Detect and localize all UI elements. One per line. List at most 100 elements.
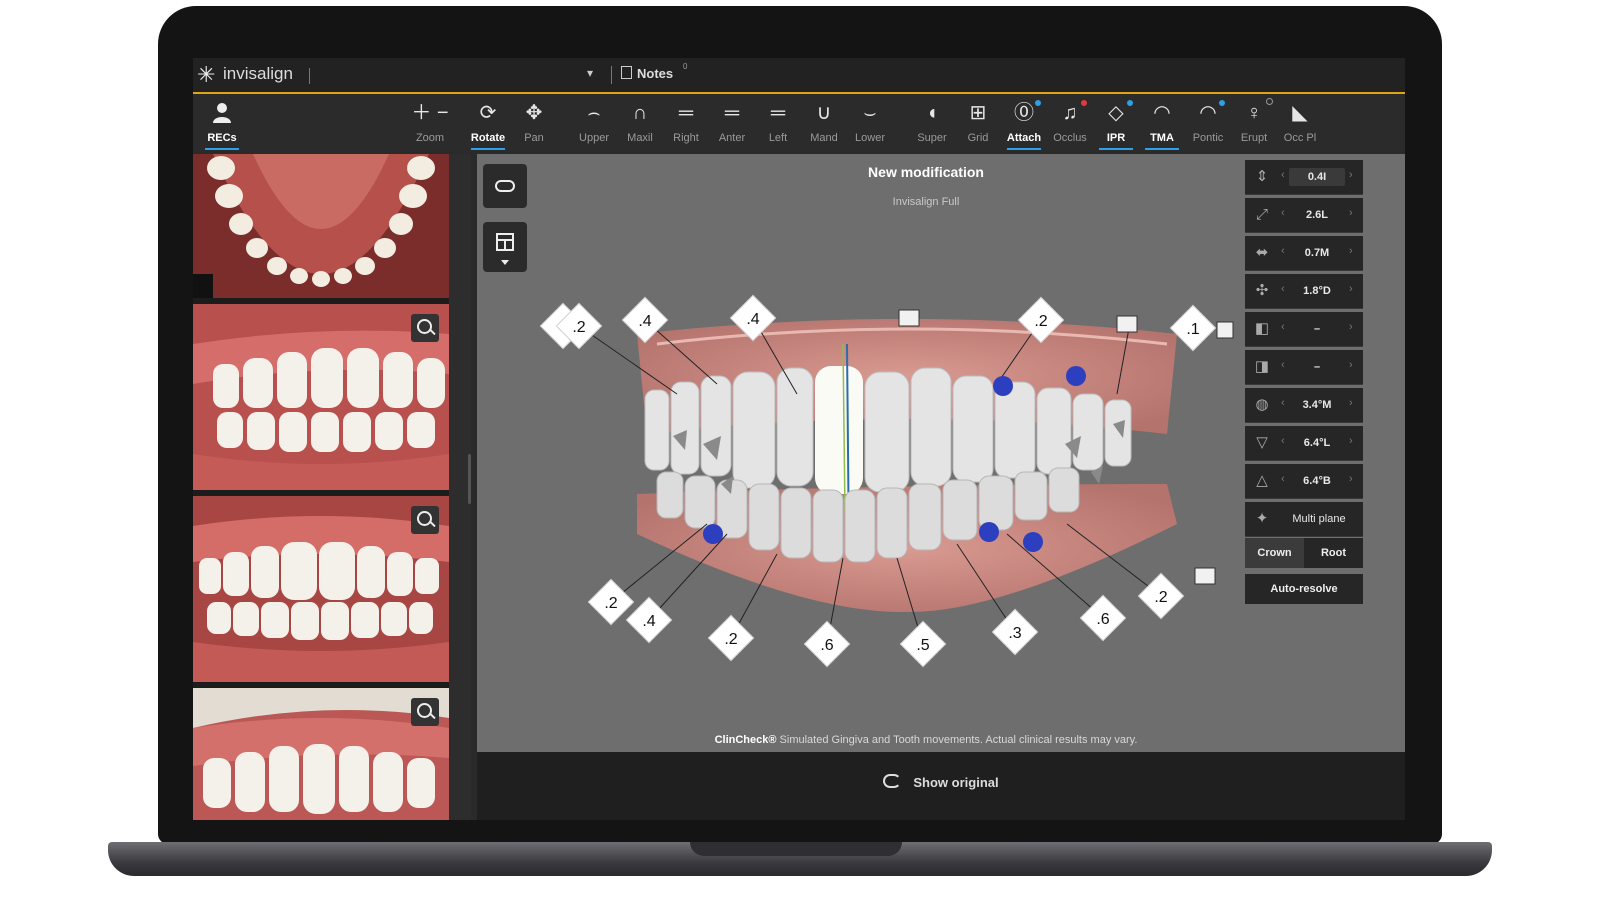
movement-value[interactable]: – (1289, 358, 1345, 376)
panel-resize-handle[interactable] (468, 454, 471, 504)
erupt-indicator (1266, 98, 1273, 105)
tool-left[interactable]: ═ Left (753, 94, 803, 150)
movement-row-root-bl[interactable]: ▽ ‹ 6.4°L › (1245, 426, 1363, 461)
multiplane-icon: ✦ (1255, 510, 1269, 527)
chevron-right-icon[interactable]: › (1349, 169, 1353, 181)
tool-occpl[interactable]: ◣ Occ Pl (1275, 94, 1325, 150)
ipr-value-upper[interactable]: .1 (1186, 321, 1199, 338)
tool-label: IPR (1106, 132, 1126, 144)
ipr-value-lower[interactable]: .6 (1096, 611, 1109, 628)
tool-occlus[interactable]: ♫ Occlus (1045, 94, 1095, 150)
tool-mand[interactable]: ∪ Mand (799, 94, 849, 150)
tool-pan[interactable]: ✥ Pan (509, 94, 559, 150)
ipr-value-lower[interactable]: .4 (642, 613, 655, 630)
chevron-left-icon[interactable]: ‹ (1281, 207, 1285, 219)
ipr-value-lower[interactable]: .2 (1154, 589, 1167, 606)
grid-icon: ⊞ (969, 102, 987, 124)
tool-tma[interactable]: ◠ TMA (1137, 94, 1187, 150)
chevron-left-icon[interactable]: ‹ (1281, 245, 1285, 257)
anterior-view-icon: ═ (724, 102, 740, 124)
chevron-left-icon[interactable]: ‹ (1281, 359, 1285, 371)
chevron-right-icon[interactable]: › (1349, 359, 1353, 371)
tool-grid[interactable]: ⊞ Grid (953, 94, 1003, 150)
ipr-value-lower[interactable]: .2 (604, 595, 617, 612)
ipr-value-lower[interactable]: .2 (724, 631, 737, 648)
movement-value[interactable]: 6.4°L (1289, 434, 1345, 452)
ipr-value-lower[interactable]: .6 (820, 637, 833, 654)
photo-anterior[interactable] (193, 496, 449, 682)
notes-button[interactable]: Notes (621, 66, 673, 81)
magnify-icon[interactable] (411, 506, 439, 534)
tool-ipr[interactable]: ◇ IPR (1091, 94, 1141, 150)
app-screen: ✳ invisalign ▾ Notes 0 RECs ＋ − Zoom ⟳ R… (193, 58, 1405, 820)
chevron-left-icon[interactable]: ‹ (1281, 473, 1285, 485)
movement-row-translation-bl[interactable]: ⤢ ‹ 2.6L › (1245, 198, 1363, 233)
ipr-value-lower[interactable]: .3 (1008, 625, 1021, 642)
tool-lower[interactable]: ⌣ Lower (845, 94, 895, 150)
chevron-left-icon[interactable]: ‹ (1281, 283, 1285, 295)
tool-erupt[interactable]: ♀ Erupt (1229, 94, 1279, 150)
tool-zoom[interactable]: ＋ − Zoom (405, 94, 455, 150)
chevron-right-icon[interactable]: › (1349, 207, 1353, 219)
movement-row-rotation[interactable]: ✣ ‹ 1.8°D › (1245, 274, 1363, 309)
tool-upper[interactable]: ⌢ Upper (569, 94, 619, 150)
movement-value[interactable]: 2.6L (1289, 206, 1345, 224)
photo-left-buccal[interactable] (193, 688, 449, 820)
chevron-left-icon[interactable]: ‹ (1281, 435, 1285, 447)
movement-row-angulation[interactable]: ◧ ‹ – › (1245, 312, 1363, 347)
maxillary-view-icon: ∩ (632, 102, 648, 124)
movement-value[interactable]: 6.4°B (1289, 472, 1345, 490)
chevron-right-icon[interactable]: › (1349, 435, 1353, 447)
chevron-right-icon[interactable]: › (1349, 397, 1353, 409)
crown-tab[interactable]: Crown (1245, 538, 1304, 568)
magnify-icon[interactable] (411, 698, 439, 726)
movement-row-multiplane[interactable]: ✦ Multi plane (1245, 502, 1363, 537)
chevron-right-icon[interactable]: › (1349, 283, 1353, 295)
movement-value[interactable]: 0.7M (1289, 244, 1345, 262)
chevron-left-icon[interactable]: ‹ (1281, 321, 1285, 333)
show-original-button[interactable]: Show original (477, 774, 1405, 790)
chevron-right-icon[interactable]: › (1349, 473, 1353, 485)
ipr-value-upper[interactable]: .4 (638, 313, 651, 330)
tool-label: Super (917, 132, 947, 144)
movement-value[interactable]: – (1289, 320, 1345, 338)
photo-right-buccal[interactable] (193, 304, 449, 490)
tool-attach[interactable]: ⓪ Attach (999, 94, 1049, 150)
root-tab[interactable]: Root (1304, 538, 1363, 568)
clincheck-3d-viewer[interactable]: New modification Invisalign Full .2 .4 .… (477, 154, 1245, 752)
tool-label: Occ Pl (1283, 132, 1317, 144)
tool-label: Pan (524, 132, 544, 144)
chevron-left-icon[interactable]: ‹ (1281, 397, 1285, 409)
tool-maxil[interactable]: ∩ Maxil (615, 94, 665, 150)
ipr-value-upper[interactable]: .2 (572, 319, 585, 336)
rotate-icon: ⟳ (479, 102, 497, 124)
tool-super[interactable]: ◖ Super (907, 94, 957, 150)
ipr-value-upper[interactable]: .4 (746, 311, 759, 328)
magnify-icon[interactable] (411, 314, 439, 342)
auto-resolve-button[interactable]: Auto-resolve (1245, 574, 1363, 604)
multiplane-label[interactable]: Multi plane (1279, 510, 1359, 528)
chevron-right-icon[interactable]: › (1349, 321, 1353, 333)
chevron-left-icon[interactable]: ‹ (1281, 169, 1285, 181)
movement-row-extrusion[interactable]: ⇕ ‹ 0.4I › (1245, 160, 1363, 195)
chevron-down-icon[interactable]: ▾ (587, 66, 593, 80)
movement-row-inclination[interactable]: ◨ ‹ – › (1245, 350, 1363, 385)
ipr-value-upper[interactable]: .2 (1034, 313, 1047, 330)
right-view-icon: ═ (678, 102, 694, 124)
ipr-value-lower[interactable]: .5 (916, 637, 929, 654)
movement-row-torque[interactable]: △ ‹ 6.4°B › (1245, 464, 1363, 499)
movement-row-translation-md[interactable]: ⬌ ‹ 0.7M › (1245, 236, 1363, 271)
dental-arch-model: .2 .4 .4 .2 .1 .2 .4 .2 .6 .5 .3 .6 .2 (539, 294, 1234, 668)
movement-value[interactable]: 0.4I (1289, 168, 1345, 186)
chevron-right-icon[interactable]: › (1349, 245, 1353, 257)
recs-button[interactable]: RECs (197, 94, 247, 150)
photo-occlusal-lower[interactable] (193, 154, 449, 298)
tool-anter[interactable]: ═ Anter (707, 94, 757, 150)
movement-row-root-md[interactable]: ◍ ‹ 3.4°M › (1245, 388, 1363, 423)
tool-pontic[interactable]: ◠ Pontic (1183, 94, 1233, 150)
notes-label: Notes (637, 66, 674, 81)
movement-value[interactable]: 3.4°M (1289, 396, 1345, 414)
movement-value[interactable]: 1.8°D (1289, 282, 1345, 300)
tool-right[interactable]: ═ Right (661, 94, 711, 150)
tool-rotate[interactable]: ⟳ Rotate (463, 94, 513, 150)
